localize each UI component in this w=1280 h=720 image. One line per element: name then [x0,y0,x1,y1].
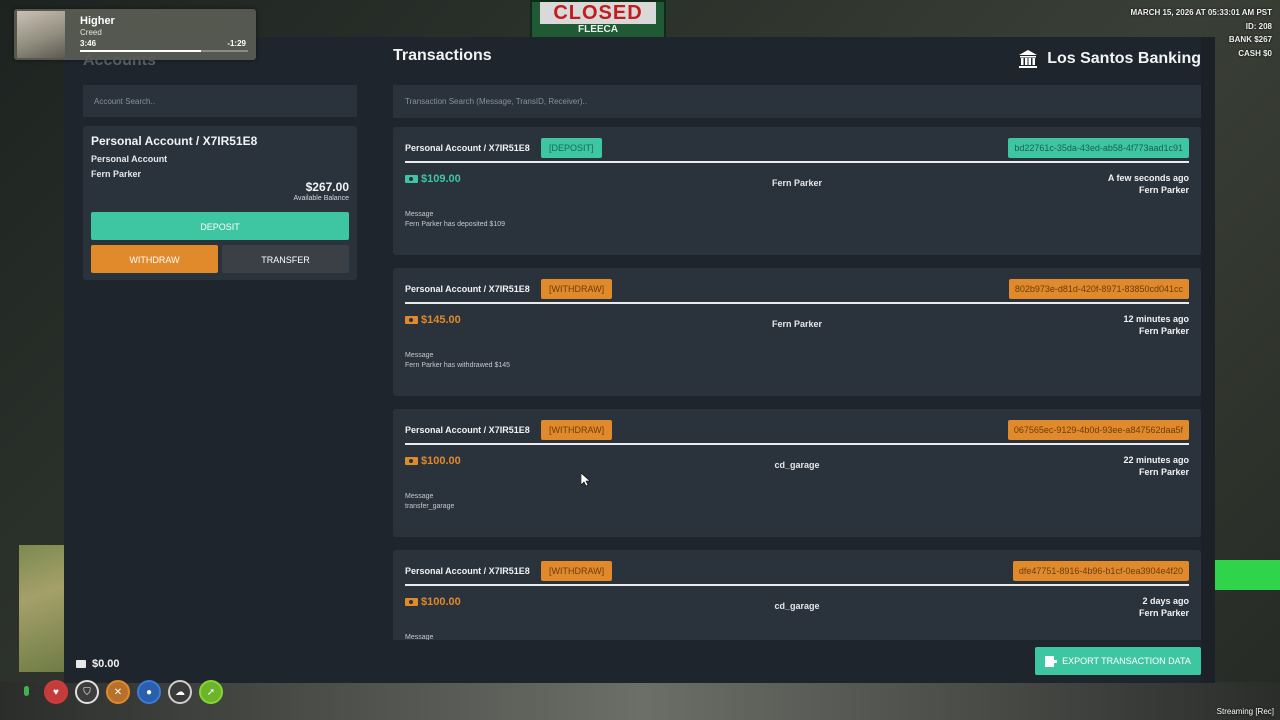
tx-type-badge: [WITHDRAW] [541,420,613,440]
transaction-item: Personal Account / X7IR51E8 [WITHDRAW] 8… [393,268,1201,396]
tx-message: Fern Parker has deposited $109 [405,221,506,228]
tx-by: Fern Parker [1138,608,1189,618]
tx-account: Personal Account / X7IR51E8 [405,284,530,294]
song-title: Higher [80,15,115,27]
tx-when: 22 minutes ago Fern Parker [1123,454,1189,478]
deposit-button[interactable]: DEPOSIT [91,212,349,240]
account-type: Personal Account [91,154,168,164]
sign-fleeca-text: FLEECA [578,24,618,35]
wallet-amount: $0.00 [92,658,120,670]
mouse-cursor-icon [581,473,590,487]
bank-name: Los Santos Banking [1047,50,1201,67]
tx-time: 22 minutes ago [1123,455,1189,465]
status-icons: ♥ ⛉ ✕ ● ☁ ➚ [44,680,223,704]
tx-when: 12 minutes ago Fern Parker [1123,313,1189,337]
tx-account: Personal Account / X7IR51E8 [405,425,530,435]
transaction-item: Personal Account / X7IR51E8 [DEPOSIT] bd… [393,127,1201,255]
music-player: Higher Creed 3:46 -1:29 [14,9,256,60]
tx-id: dfe47751-8916-4b96-b1cf-0ea3904e4f20 [1012,561,1189,581]
tx-divider [405,584,1189,586]
tx-time: A few seconds ago [1107,173,1189,183]
tx-message-label: Message [405,634,434,640]
water-icon: ● [137,680,161,704]
tx-type-badge: [WITHDRAW] [541,279,613,299]
tx-id: 067565ec-9129-4b0d-93ee-a847562daa5f [1007,420,1189,440]
armor-icon: ⛉ [75,680,99,704]
tx-message-label: Message [405,211,434,218]
tx-receiver: cd_garage [774,460,820,470]
stamina-icon: ➚ [199,680,223,704]
food-icon: ✕ [106,680,130,704]
account-card[interactable]: Personal Account / X7IR51E8 Personal Acc… [83,126,357,280]
song-progress-bar [80,50,248,52]
tx-by: Fern Parker [1138,467,1189,477]
tx-receiver: Fern Parker [771,319,823,329]
tx-type-badge: [DEPOSIT] [541,138,602,158]
tx-when: 2 days ago Fern Parker [1139,595,1189,619]
tx-by: Fern Parker [1138,185,1189,195]
banking-panel: Accounts Personal Account / X7IR51E8 Per… [64,37,1215,683]
tx-message: Fern Parker has withdrawed $145 [405,362,511,369]
minimap [19,545,64,672]
song-elapsed: 3:46 [80,39,97,48]
account-balance: $267.00 [305,180,349,194]
tx-receiver: cd_garage [774,601,820,611]
tx-by: Fern Parker [1138,326,1189,336]
transaction-item: Personal Account / X7IR51E8 [WITHDRAW] 0… [393,409,1201,537]
tx-when: A few seconds ago Fern Parker [1108,172,1189,196]
bg-green-light [1214,560,1280,590]
withdraw-button[interactable]: WITHDRAW [91,245,218,273]
song-artist: Creed [80,28,102,37]
wallet-display: $0.00 [76,658,120,670]
tx-id: bd22761c-35da-43ed-ab58-4f773aad1c91 [1008,138,1189,158]
transaction-item: Personal Account / X7IR51E8 [WITHDRAW] d… [393,550,1201,640]
transactions-title: Transactions [393,47,492,64]
streaming-watermark: Streaming [Rec] [1216,707,1274,716]
transfer-button[interactable]: TRANSFER [222,245,349,273]
export-transaction-data-button[interactable]: EXPORT TRANSACTION DATA [1035,647,1201,675]
tx-time: 12 minutes ago [1123,314,1189,324]
microphone-icon [24,686,29,696]
stress-icon: ☁ [168,680,192,704]
sign-closed-text: CLOSED [540,2,656,24]
wallet-icon [76,660,86,668]
export-label: EXPORT TRANSACTION DATA [1062,656,1191,666]
account-name: Personal Account / X7IR51E8 [91,134,258,148]
export-file-icon [1045,655,1058,667]
song-progress-fill [80,50,201,52]
tx-receiver: Fern Parker [771,178,823,188]
account-search-input[interactable] [83,85,357,117]
tx-id: 802b973e-d81d-420f-8971-83850cd041cc [1008,279,1189,299]
tx-divider [405,443,1189,445]
transaction-list[interactable]: Personal Account / X7IR51E8 [DEPOSIT] bd… [393,127,1201,640]
account-holder: Fern Parker [91,169,142,179]
tx-message-label: Message [405,493,434,500]
transaction-search-input[interactable] [393,85,1201,118]
tx-divider [405,161,1189,163]
tx-message: transfer_garage [405,503,455,510]
tx-type-badge: [WITHDRAW] [541,561,613,581]
tx-time: 2 days ago [1142,596,1189,606]
song-remaining: -1:29 [227,39,246,48]
tx-account: Personal Account / X7IR51E8 [405,566,530,576]
tx-divider [405,302,1189,304]
bank-brand: Los Santos Banking [1018,49,1201,69]
hud-datetime: MARCH 15, 2026 AT 05:33:01 AM PST [1130,8,1272,17]
bank-building-icon [1019,50,1038,68]
tx-message-label: Message [405,352,434,359]
tx-account: Personal Account / X7IR51E8 [405,143,530,153]
heart-icon: ♥ [44,680,68,704]
hud-id: ID: 208 [1245,21,1272,31]
album-art [17,11,65,58]
panel-edge [1201,37,1215,683]
account-balance-label: Available Balance [293,195,349,202]
